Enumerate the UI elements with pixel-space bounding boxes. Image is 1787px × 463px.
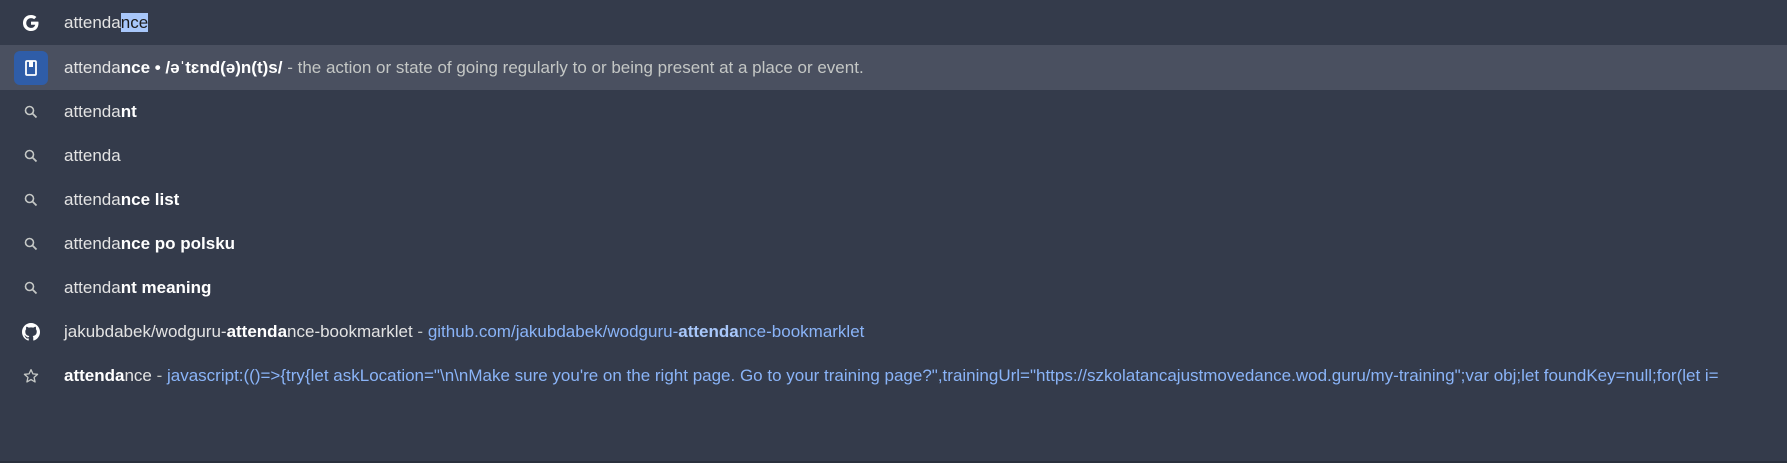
match-text: attenda [64, 190, 121, 209]
suggestion-search[interactable]: attendant [0, 90, 1787, 134]
completion-text: nt meaning [120, 278, 212, 297]
search-icon [14, 183, 48, 217]
suggestion-text: attendance list [64, 190, 179, 210]
suggestion-dictionary[interactable]: attendance • /əˈtɛnd(ə)n(t)s/ - the acti… [0, 45, 1787, 90]
title-text: nce-bookmarklet [287, 322, 413, 341]
match-text: attenda [64, 234, 121, 253]
typed-text: attenda [64, 12, 121, 32]
suggestion-history[interactable]: jakubdabek/wodguru-attendance-bookmarkle… [0, 310, 1787, 354]
completion-text: nt [120, 102, 137, 121]
suggestion-text: attendance - javascript:(()=>{try{let as… [64, 366, 1719, 386]
search-icon [14, 95, 48, 129]
search-icon [14, 271, 48, 305]
completion-text: nce po polsku [120, 234, 236, 253]
suggestion-search[interactable]: attendant meaning [0, 266, 1787, 310]
suggestion-text: attendance po polsku [64, 234, 235, 254]
suggestion-search[interactable]: attendance po polsku [0, 222, 1787, 266]
search-icon [14, 227, 48, 261]
suggestion-text: attendance • /əˈtɛnd(ə)n(t)s/ - the acti… [64, 58, 864, 78]
definition-text: the action or state of going regularly t… [297, 57, 864, 77]
match-text: attenda [64, 146, 121, 165]
suggestion-search[interactable]: attendance list [0, 178, 1787, 222]
separator: - [151, 366, 167, 385]
url-part: github.com/jakubdabek/wodguru- [427, 322, 679, 341]
completion-text: nce list [120, 190, 180, 209]
suggestion-text: attendant meaning [64, 278, 211, 298]
separator: - [412, 322, 428, 341]
match-text: attenda [64, 278, 121, 297]
url-text: javascript:(()=>{try{let askLocation="\n… [167, 366, 1719, 385]
suggestion-text: attenda [64, 146, 121, 166]
separator: - [282, 57, 298, 77]
github-icon [14, 315, 48, 349]
suggestion-text: jakubdabek/wodguru-attendance-bookmarkle… [64, 322, 864, 342]
omnibox-dropdown: attendance attendance • /əˈtɛnd(ə)n(t)s/… [0, 0, 1787, 463]
suggestion-bookmark[interactable]: attendance - javascript:(()=>{try{let as… [0, 354, 1787, 398]
match-text: attenda [64, 102, 121, 121]
title-text: nce [124, 366, 152, 385]
url-match: attenda [678, 322, 739, 341]
phonetic-text: • /əˈtɛnd(ə)n(t)s/ [150, 57, 283, 77]
url-text: github.com/jakubdabek/wodguru-attendance… [428, 322, 865, 341]
title-match: attenda [226, 322, 288, 341]
star-icon [14, 359, 48, 393]
autocomplete-selection: nce [120, 12, 149, 32]
search-icon [14, 139, 48, 173]
title-match: attenda [64, 366, 125, 385]
match-text: attenda [64, 57, 121, 77]
omnibox-input-row[interactable]: attendance [0, 0, 1787, 45]
dictionary-icon [14, 50, 48, 85]
url-part: nce-bookmarklet [738, 322, 865, 341]
title-text: jakubdabek/wodguru- [64, 322, 227, 341]
suggestion-search[interactable]: attenda [0, 134, 1787, 178]
google-icon [14, 6, 48, 40]
completion-text: nce [120, 57, 151, 77]
omnibox-input[interactable]: attendance [64, 12, 149, 33]
suggestion-text: attendant [64, 102, 137, 122]
